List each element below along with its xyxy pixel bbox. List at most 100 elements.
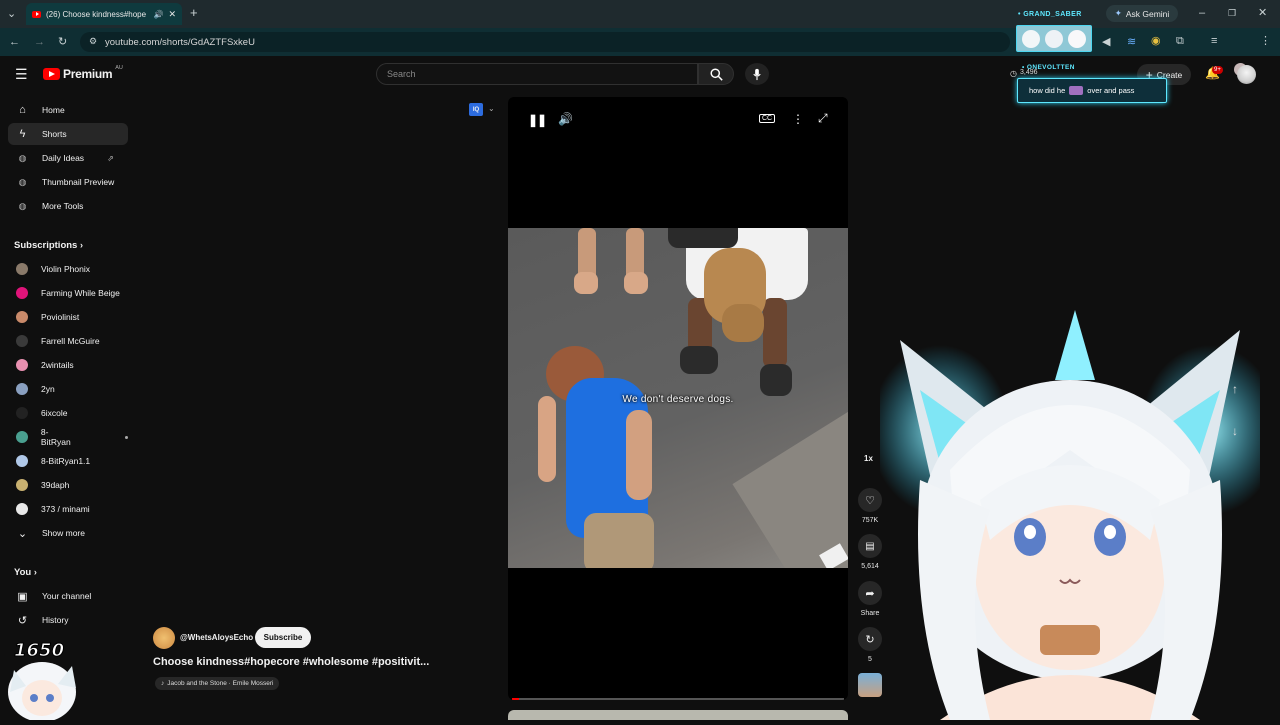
subscription-label: 373 / minami <box>41 504 90 514</box>
you-heading[interactable]: You › <box>14 567 37 578</box>
account-avatar[interactable] <box>1237 65 1256 84</box>
sound-thumbnail[interactable] <box>858 673 882 697</box>
sidebar-item-label: Home <box>42 105 65 115</box>
new-content-dot <box>125 435 128 439</box>
subscription-item[interactable]: Farrell McGuire <box>8 330 128 352</box>
new-tab-icon[interactable]: + <box>190 6 198 20</box>
music-chip[interactable]: ♪ Jacob and the Stone · Emile Mosseri <box>155 677 280 690</box>
sidebar-item-label: More Tools <box>42 201 84 211</box>
overlay-username-grand-saber: • GRAND_SABER <box>1018 11 1082 18</box>
subscription-label: 2wintails <box>41 360 74 370</box>
forward-icon[interactable]: → <box>34 35 45 49</box>
shorts-video-player[interactable]: ❚❚ 🔊 CC ⋮ ⤢ We don't deserve dogs. <box>508 97 848 700</box>
sidebar-item-your-channel[interactable]: ▣ Your channel <box>8 585 128 607</box>
tab-search-icon[interactable]: ⌄ <box>7 7 16 21</box>
external-link-icon: ⇗ <box>107 153 114 163</box>
remix-icon: ↻ <box>865 633 875 646</box>
subscription-item[interactable]: 39daph <box>8 474 128 496</box>
share-button[interactable]: ➦ <box>858 581 882 605</box>
tab-audio-icon[interactable]: 🔊 <box>153 10 163 19</box>
volume-icon[interactable]: 🔊 <box>558 112 573 126</box>
scroll-up-icon[interactable]: ↑ <box>1232 382 1238 396</box>
sidebar-item-shorts[interactable]: ϟ Shorts <box>8 123 128 145</box>
url-field[interactable]: ⚙ youtube.com/shorts/GdAZTFSxkeU <box>80 32 1010 52</box>
voice-search-button[interactable] <box>745 63 769 85</box>
iq-dropdown-icon[interactable]: ⌄ <box>488 104 495 113</box>
subscription-item[interactable]: Farming While Beige <box>8 282 128 304</box>
close-window-icon[interactable]: ✕ <box>1258 6 1267 20</box>
subscription-label: 8-BitRyan <box>40 427 71 447</box>
show-more-button[interactable]: ⌄ Show more <box>8 522 128 544</box>
subscription-item[interactable]: 8-BitRyan <box>8 426 128 448</box>
hamburger-menu-icon[interactable]: ☰ <box>15 66 28 83</box>
subscription-item[interactable]: 6ixcole <box>8 402 128 424</box>
comments-button[interactable]: ▤ <box>858 534 882 558</box>
video-title[interactable]: Choose kindness#hopecore #wholesome #pos… <box>153 656 429 668</box>
subscription-label: 39daph <box>41 480 70 490</box>
search-button[interactable] <box>698 63 734 85</box>
comment-icon: ▤ <box>865 540 875 552</box>
channel-avatar <box>16 431 28 443</box>
extensions-icon[interactable]: ⧉ <box>1176 34 1184 48</box>
minimize-icon[interactable]: – <box>1199 6 1205 20</box>
logo-text: Premium <box>63 67 113 81</box>
subscription-label: Farrell McGuire <box>41 336 100 346</box>
youtube-logo[interactable]: Premium AU <box>43 65 123 81</box>
sidebar-item-home[interactable]: ⌂ Home <box>8 99 128 121</box>
subscription-item[interactable]: 8-BitRyan1.1 <box>8 450 128 472</box>
chrome-menu-icon[interactable]: ⋮ <box>1260 34 1271 48</box>
subscription-item[interactable]: 373 / minami <box>8 498 128 520</box>
subscribe-button[interactable]: Subscribe <box>255 627 311 648</box>
volume-extension-icon[interactable]: ◀ <box>1102 35 1110 49</box>
subscription-item[interactable]: 2wintails <box>8 354 128 376</box>
sidebar-item-more-tools[interactable]: ◍ More Tools <box>8 195 128 217</box>
youtube-favicon-icon <box>32 10 41 18</box>
sidebar-item-label: Thumbnail Preview <box>42 177 115 187</box>
heart-icon: ♡ <box>865 494 875 507</box>
maximize-icon[interactable]: ❐ <box>1228 6 1236 20</box>
subscription-label: 8-BitRyan1.1 <box>41 456 91 466</box>
sidebar-item-label: Shorts <box>42 129 67 139</box>
fullscreen-icon[interactable]: ⤢ <box>818 111 828 126</box>
microphone-icon <box>753 68 761 80</box>
subscription-item[interactable]: Poviolinist <box>8 306 128 328</box>
channel-avatar[interactable] <box>153 627 175 649</box>
pause-icon[interactable]: ❚❚ <box>528 113 547 127</box>
subscription-item[interactable]: Violin Phonix <box>8 258 128 280</box>
subscription-label: Farming While Beige <box>41 288 120 298</box>
like-button[interactable]: ♡ <box>858 488 882 512</box>
gemini-icon: ✦ <box>1114 8 1122 18</box>
next-video-peek[interactable] <box>508 710 848 720</box>
channel-handle[interactable]: @WhetsAloysEcho <box>180 633 253 642</box>
sidebar-item-thumbnail-preview[interactable]: ◍ Thumbnail Preview <box>8 171 128 193</box>
chevron-down-icon: ⌄ <box>17 527 28 540</box>
ask-gemini-button[interactable]: ✦ Ask Gemini <box>1106 5 1178 22</box>
site-info-icon[interactable]: ⚙ <box>89 36 97 47</box>
search-input[interactable]: Search <box>376 63 698 85</box>
sidebar-item-daily-ideas[interactable]: ◍ Daily Ideas ⇗ <box>8 147 128 169</box>
captions-icon[interactable]: CC <box>759 114 776 123</box>
tab-close-icon[interactable]: ✕ <box>168 9 176 20</box>
more-options-icon[interactable]: ⋮ <box>792 112 804 126</box>
browser-tab[interactable]: (26) Choose kindness#hope 🔊 ✕ <box>26 3 182 25</box>
playback-speed[interactable]: 1x <box>864 454 873 463</box>
subscription-label: 6ixcole <box>41 408 68 418</box>
coin-extension-icon[interactable]: ◉ <box>1151 34 1161 48</box>
reading-list-icon[interactable]: ≡ <box>1211 34 1217 48</box>
channel-avatar <box>16 335 28 347</box>
wave-extension-icon[interactable]: ≋ <box>1127 35 1136 49</box>
reload-icon[interactable]: ↻ <box>58 35 67 49</box>
video-progress-bar[interactable] <box>512 698 844 700</box>
iq-extension-icon[interactable]: IQ <box>469 103 483 116</box>
browser-tab-bar: ⌄ (26) Choose kindness#hope 🔊 ✕ + ✦ Ask … <box>0 0 1280 28</box>
back-icon[interactable]: ← <box>9 35 20 49</box>
channel-avatar <box>16 407 28 419</box>
show-more-label: Show more <box>42 528 85 538</box>
extension-icon: ◍ <box>18 152 27 163</box>
sidebar-item-history[interactable]: ↺ History <box>8 609 128 631</box>
remix-button[interactable]: ↻ <box>858 627 882 651</box>
subscriptions-heading[interactable]: Subscriptions › <box>14 240 83 251</box>
scroll-down-icon[interactable]: ↓ <box>1232 424 1238 438</box>
subscription-item[interactable]: 2yn <box>8 378 128 400</box>
user-square-icon: ▣ <box>17 590 28 603</box>
